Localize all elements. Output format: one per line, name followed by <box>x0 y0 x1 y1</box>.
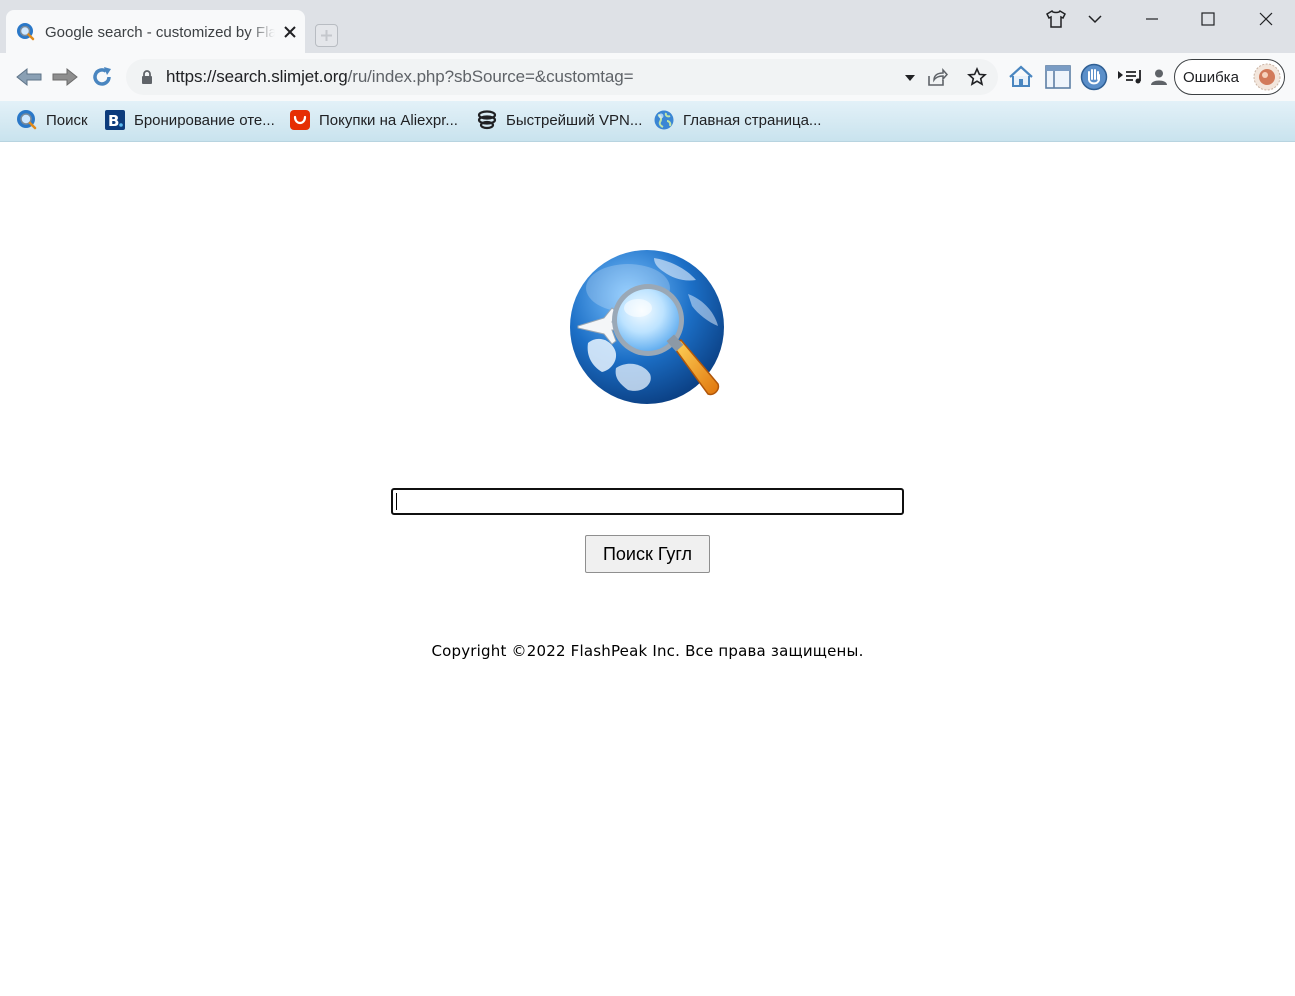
svg-text:B: B <box>108 112 119 130</box>
url-text[interactable]: https://search.slimjet.org/ru/index.php?… <box>166 67 634 87</box>
back-arrow-icon <box>16 67 42 87</box>
home-icon <box>1009 65 1033 87</box>
tab-search-chevron-icon[interactable] <box>1080 6 1110 32</box>
tab-title: Google search - customized by FlashPeak <box>45 24 275 41</box>
share-button[interactable] <box>923 63 951 91</box>
minimize-icon[interactable] <box>1137 6 1167 32</box>
toolbar: https://search.slimjet.org/ru/index.php?… <box>0 53 1295 101</box>
bookmark-label: Бронирование оте... <box>134 111 275 129</box>
hand-stop-icon <box>1080 63 1108 91</box>
active-tab[interactable]: Google search - customized by FlashPeak <box>6 10 305 53</box>
bookmark-search[interactable]: Поиск <box>16 107 88 133</box>
bookmark-aliexpress[interactable]: Покупки на Aliexpr... <box>289 107 458 133</box>
bookmark-vpn[interactable]: Быстрейший VPN... <box>476 107 642 133</box>
reload-button[interactable] <box>88 63 116 91</box>
playlist-icon <box>1118 70 1141 84</box>
share-icon <box>928 68 948 86</box>
forward-arrow-icon <box>52 67 78 87</box>
shirt-icon[interactable] <box>1041 6 1071 32</box>
maximize-icon[interactable] <box>1193 6 1223 32</box>
sync-error-button[interactable]: Ошибка <box>1174 59 1285 95</box>
reload-icon <box>93 67 111 86</box>
bookmark-star-button[interactable] <box>963 63 991 91</box>
aliexpress-icon <box>289 109 311 131</box>
close-icon[interactable] <box>1251 6 1281 32</box>
home-button[interactable] <box>1007 63 1035 91</box>
new-tab-button[interactable] <box>315 24 338 47</box>
globe-icon <box>653 109 675 131</box>
media-playlist-button[interactable] <box>1116 63 1146 91</box>
text-caret <box>396 493 397 510</box>
bookmark-label: Главная страница... <box>683 111 822 129</box>
google-search-button[interactable]: Поиск Гугл <box>585 535 710 573</box>
tab-close-icon[interactable] <box>282 24 298 40</box>
caret-down-icon <box>905 75 915 81</box>
person-icon <box>1151 69 1167 85</box>
globe-search-icon <box>16 109 38 131</box>
adblock-button[interactable] <box>1080 63 1108 91</box>
sync-error-label: Ошибка <box>1183 69 1239 86</box>
profile-button[interactable] <box>1147 63 1171 91</box>
bookmarks-bar: Поиск B Бронирование оте... Покупки на A… <box>0 101 1295 142</box>
sidebar-panel-icon <box>1045 65 1071 89</box>
globe-search-icon <box>17 23 35 41</box>
forward-button[interactable] <box>50 63 80 91</box>
search-input[interactable] <box>391 488 904 515</box>
globe-magnifier-logo <box>570 250 724 404</box>
omnibox-dropdown-button[interactable] <box>897 65 923 91</box>
bookmark-label: Покупки на Aliexpr... <box>319 111 458 129</box>
avatar <box>1253 63 1281 91</box>
bookmark-home-page[interactable]: Главная страница... <box>653 107 821 133</box>
address-bar[interactable]: https://search.slimjet.org/ru/index.php?… <box>126 59 998 95</box>
booking-icon: B <box>104 109 126 131</box>
url-path: /ru/index.php?sbSource=&customtag= <box>347 67 634 86</box>
copyright-text: Copyright ©2022 FlashPeak Inc. Все права… <box>431 642 864 660</box>
vpn-icon <box>476 109 498 131</box>
tab-strip: Google search - customized by FlashPeak <box>0 0 1295 53</box>
plus-icon <box>321 30 332 41</box>
sidebar-toggle-button[interactable] <box>1044 63 1072 91</box>
lock-icon[interactable] <box>140 69 154 85</box>
star-icon <box>967 67 987 86</box>
bookmark-label: Быстрейший VPN... <box>506 111 643 129</box>
bookmark-label: Поиск <box>46 111 88 129</box>
bookmark-booking[interactable]: B Бронирование оте... <box>104 107 275 133</box>
url-host: https://search.slimjet.org <box>166 67 348 86</box>
back-button[interactable] <box>14 63 44 91</box>
